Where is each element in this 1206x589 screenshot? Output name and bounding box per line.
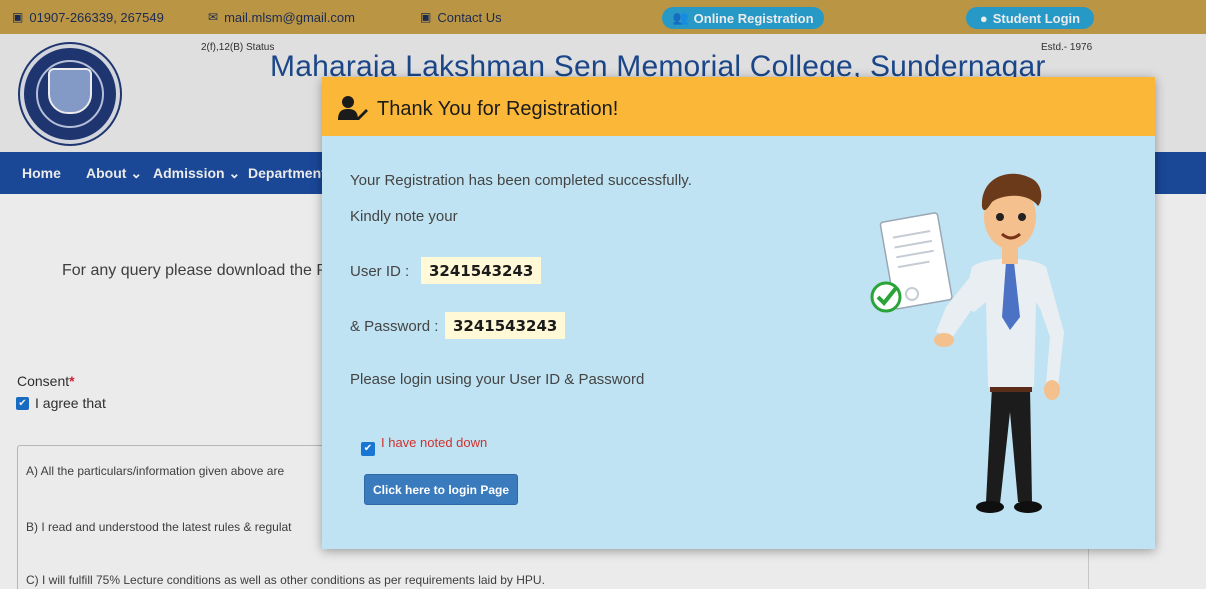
note-message: Kindly note your (350, 208, 458, 225)
noted-checkbox-row[interactable]: ✔ I have noted down (361, 432, 487, 456)
noted-label: I have noted down (381, 434, 488, 450)
modal-header: Thank You for Registration! (322, 77, 1155, 136)
noted-checkbox[interactable]: ✔ (361, 442, 375, 456)
login-page-button[interactable]: Click here to login Page (364, 474, 518, 505)
modal-title: Thank You for Registration! (377, 98, 619, 120)
user-edit-icon (338, 96, 368, 120)
login-instruction: Please login using your User ID & Passwo… (350, 371, 645, 388)
registration-success-modal: Thank You for Registration! Your Registr… (322, 77, 1155, 549)
user-id-value: 3241543243 (421, 257, 542, 284)
password-label: & Password : (350, 318, 439, 335)
man-with-document-illustration (870, 173, 1064, 513)
success-message: Your Registration has been completed suc… (350, 172, 692, 189)
user-id-label: User ID : (350, 263, 410, 280)
password-value: 3241543243 (445, 312, 566, 339)
